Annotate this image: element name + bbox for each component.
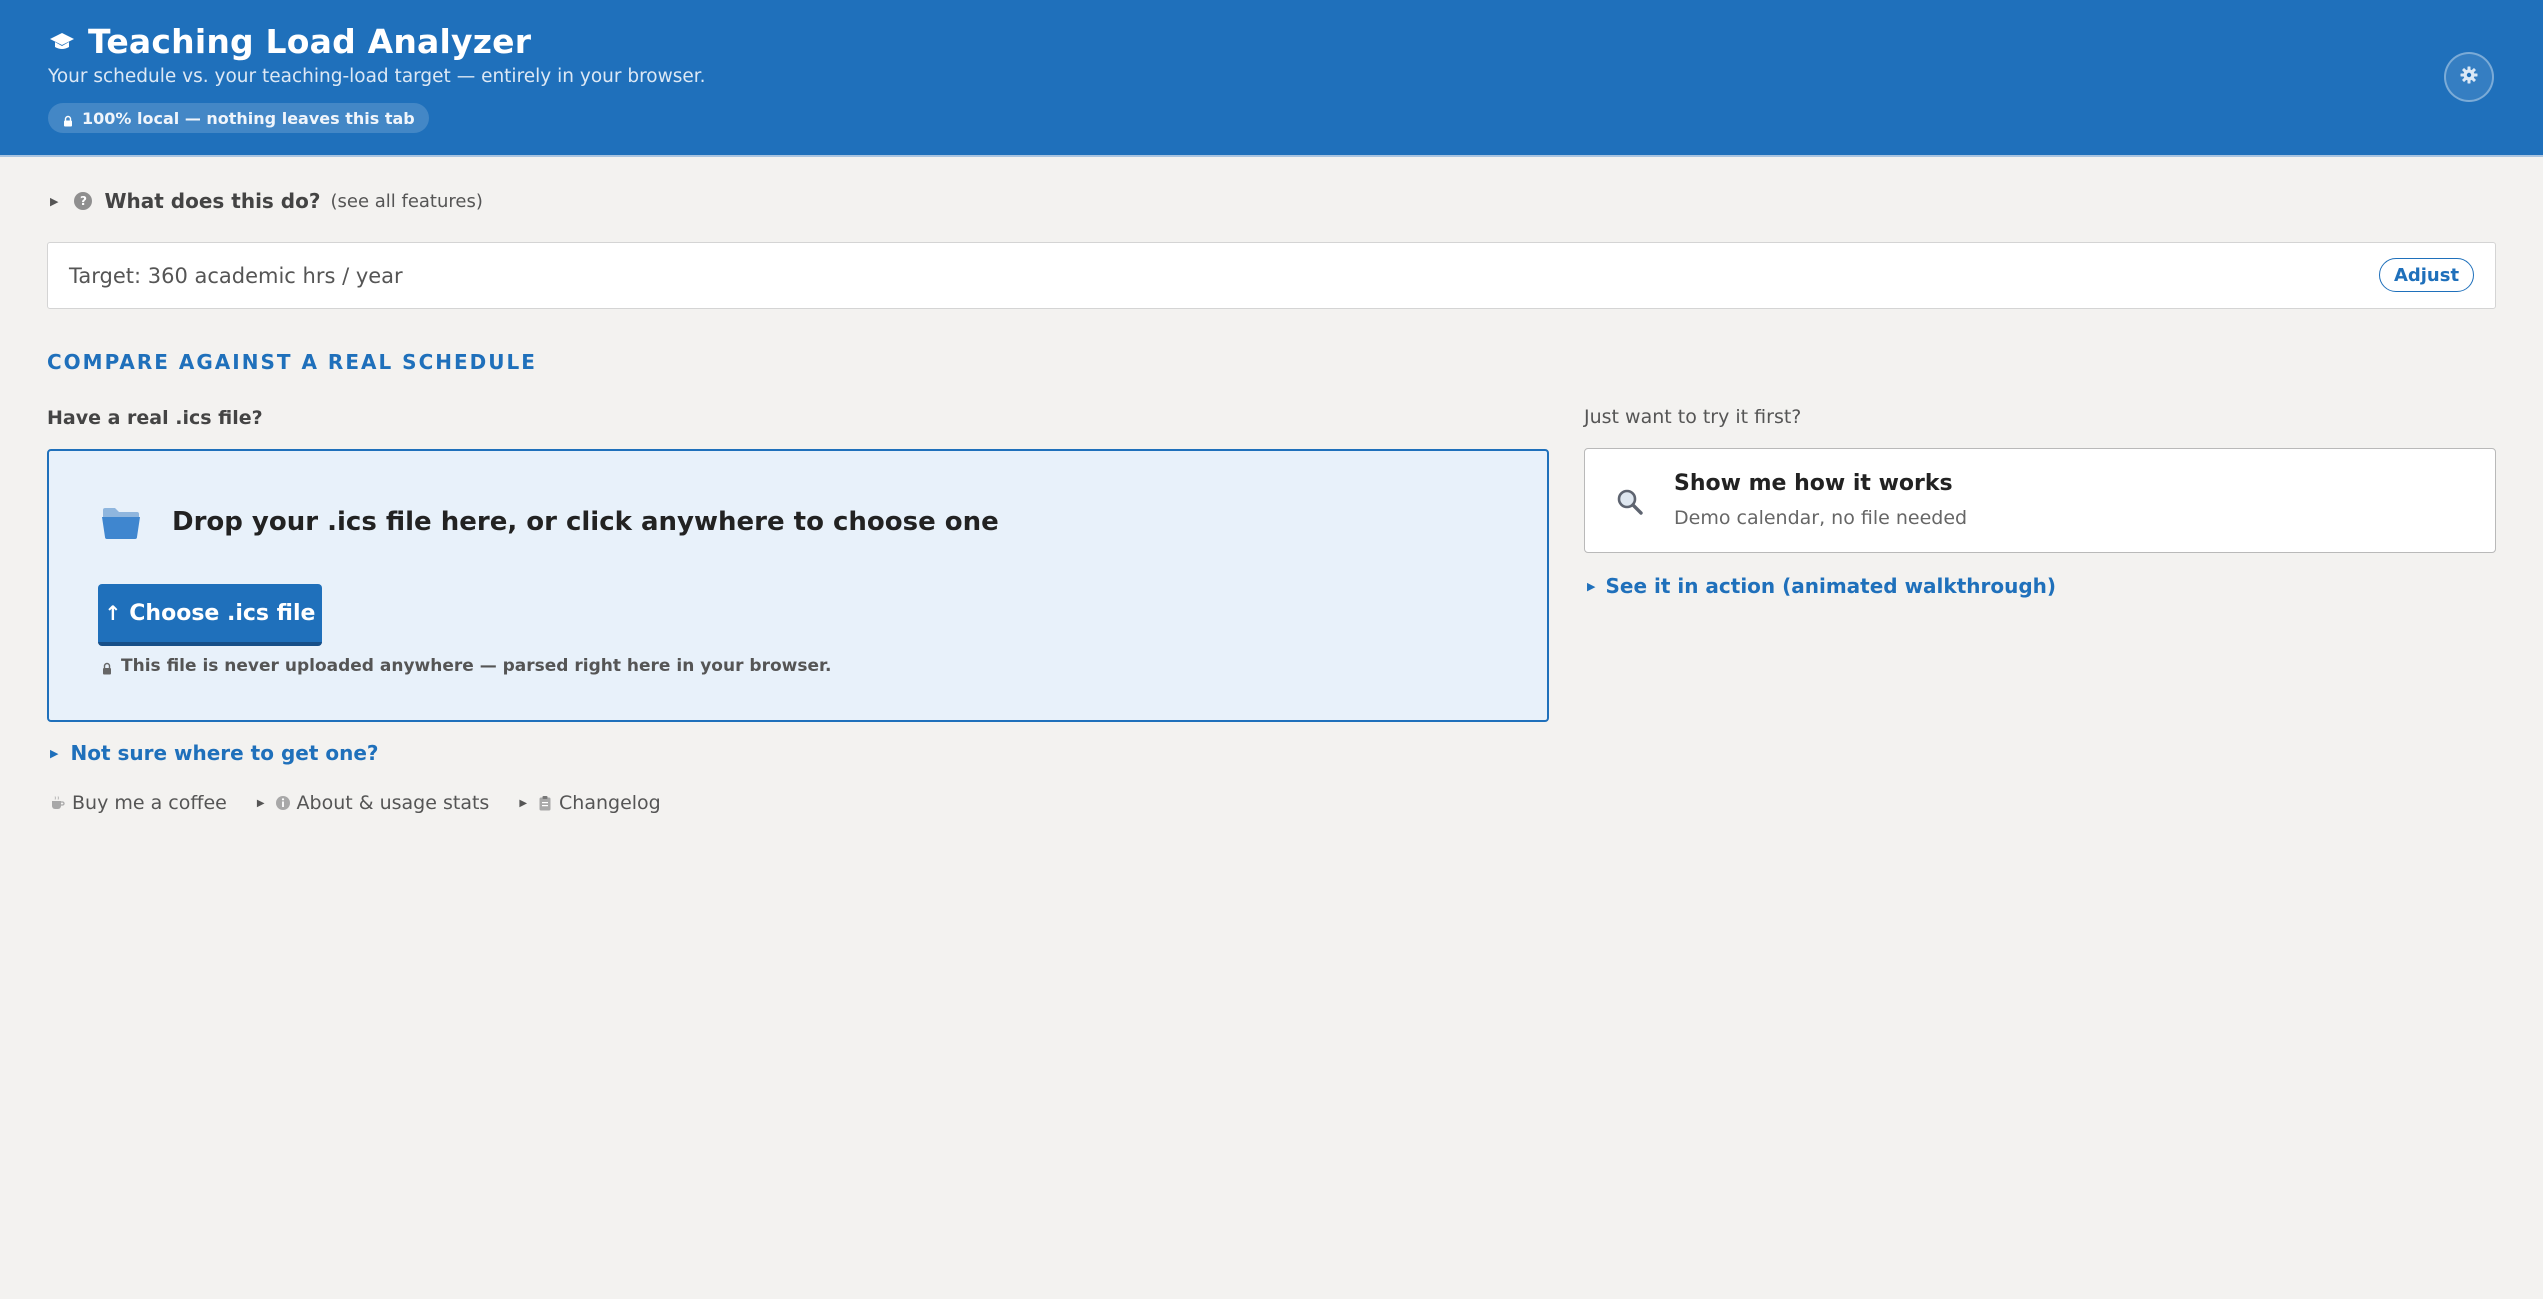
choose-file-button[interactable]: ↑ Choose .ics file (98, 584, 322, 646)
app-header: Teaching Load Analyzer Your schedule vs.… (0, 0, 2543, 157)
changelog-link-label: Changelog (559, 792, 661, 814)
see-all-features-link[interactable]: (see all features) (330, 191, 482, 212)
magnifier-icon (1615, 487, 1645, 517)
privacy-badge-text: 100% local — nothing leaves this tab (82, 108, 415, 128)
walkthrough-disclosure[interactable]: ▶ See it in action (animated walkthrough… (1587, 574, 2056, 598)
caret-right-icon: ▶ (50, 194, 59, 208)
coffee-link-label: Buy me a coffee (72, 792, 227, 814)
info-icon (275, 795, 291, 811)
title-row: Teaching Load Analyzer (48, 22, 531, 61)
about-link[interactable]: About & usage stats (275, 792, 490, 814)
caret-right-icon: ▶ (50, 746, 59, 760)
demo-card[interactable]: Show me how it works Demo calendar, no f… (1584, 448, 2496, 553)
ics-drop-zone[interactable]: Drop your .ics file here, or click anywh… (47, 449, 1549, 722)
coffee-link[interactable]: Buy me a coffee (50, 792, 227, 814)
target-text: Target: 360 academic hrs / year (69, 264, 403, 288)
lock-icon (101, 660, 113, 674)
graduation-cap-icon (48, 28, 76, 56)
caret-right-icon: ▶ (519, 797, 528, 809)
drop-instructions: Drop your .ics file here, or click anywh… (172, 507, 999, 537)
adjust-button[interactable]: Adjust (2379, 258, 2474, 292)
app-title: Teaching Load Analyzer (88, 22, 532, 61)
footer-links: Buy me a coffee ▶ About & usage stats ▶ … (50, 792, 661, 814)
clipboard-icon (537, 795, 553, 811)
demo-label: Just want to try it first? (1584, 406, 1802, 428)
features-disclosure[interactable]: ▶ ? What does this do? (see all features… (50, 189, 483, 213)
settings-button[interactable] (2444, 52, 2494, 102)
coffee-cup-icon (50, 795, 66, 811)
upload-label: Have a real .ics file? (47, 407, 263, 429)
features-question: What does this do? (104, 189, 321, 213)
demo-title: Show me how it works (1674, 471, 1953, 496)
changelog-link[interactable]: Changelog (537, 792, 661, 814)
privacy-note-text: This file is never uploaded anywhere — p… (121, 656, 832, 676)
privacy-note: This file is never uploaded anywhere — p… (101, 656, 831, 676)
lock-icon (62, 112, 74, 127)
choose-file-label: Choose .ics file (129, 600, 316, 626)
folder-icon (101, 506, 141, 542)
walkthrough-link-label: See it in action (animated walkthrough) (1605, 574, 2057, 598)
caret-right-icon: ▶ (256, 797, 265, 809)
about-link-label: About & usage stats (296, 792, 490, 814)
help-disclosure[interactable]: ▶ Not sure where to get one? (50, 741, 379, 765)
privacy-badge: 100% local — nothing leaves this tab (48, 103, 429, 133)
gear-icon (2459, 65, 2479, 89)
help-link-label: Not sure where to get one? (70, 741, 379, 765)
demo-subtitle: Demo calendar, no file needed (1674, 507, 1968, 529)
arrow-up-icon: ↑ (104, 601, 122, 625)
target-bar: Target: 360 academic hrs / year Adjust (47, 242, 2496, 309)
section-heading: COMPARE AGAINST A REAL SCHEDULE (47, 350, 537, 374)
caret-right-icon: ▶ (1587, 579, 1596, 593)
question-icon: ? (74, 192, 93, 210)
app-subtitle: Your schedule vs. your teaching-load tar… (48, 66, 706, 87)
